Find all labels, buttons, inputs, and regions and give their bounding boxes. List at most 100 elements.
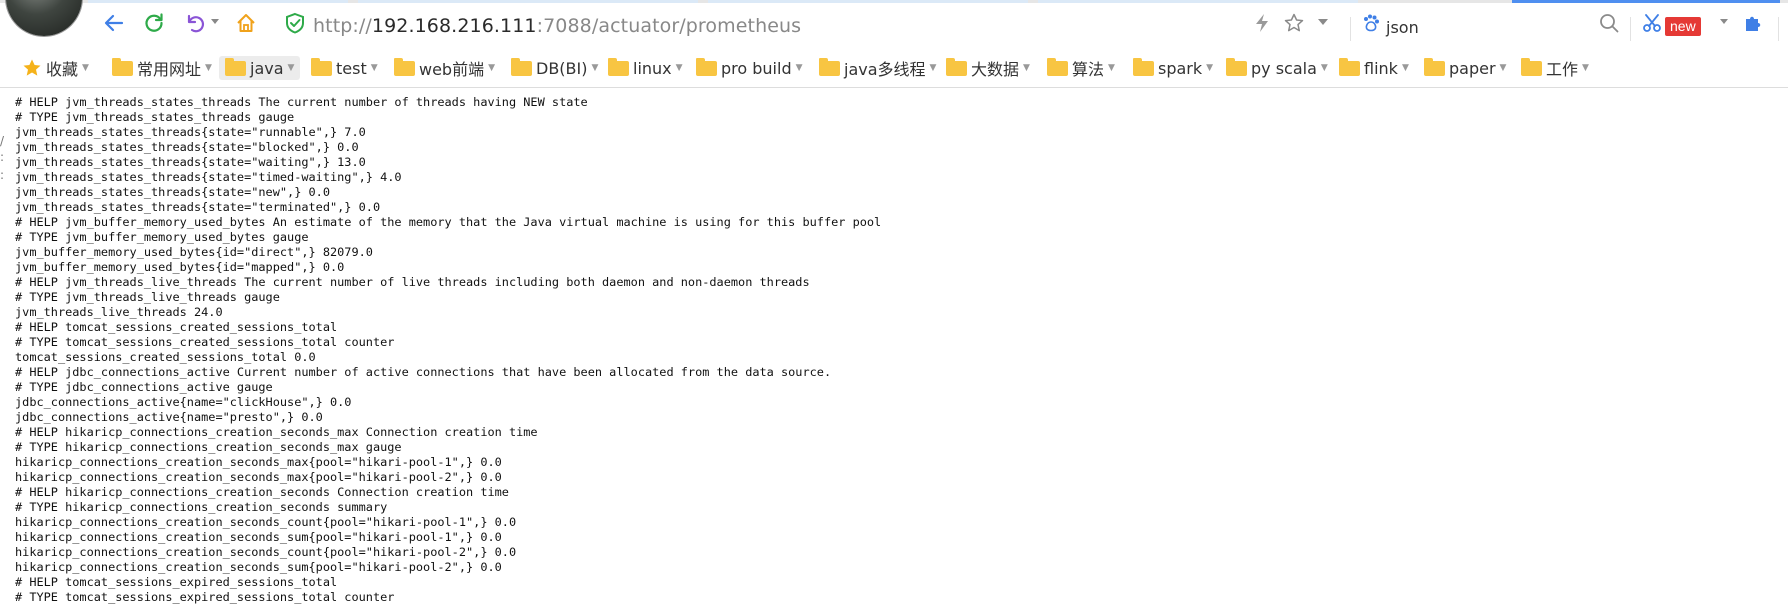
lightning-icon[interactable] bbox=[1250, 11, 1274, 35]
extensions-dropdown-icon[interactable] bbox=[1719, 17, 1729, 27]
bookmark-label: 算法 bbox=[1072, 60, 1105, 79]
metric-line: jvm_threads_states_threads{state="waitin… bbox=[15, 155, 366, 169]
bookmark-label: 大数据 bbox=[971, 60, 1020, 79]
metric-line: jdbc_connections_active{name="presto",} … bbox=[15, 410, 323, 424]
home-icon[interactable] bbox=[234, 11, 258, 35]
bookmark-folder-web[interactable]: web前端 ▼ bbox=[394, 56, 495, 80]
puzzle-extension-icon[interactable] bbox=[1741, 11, 1765, 35]
bookmark-folder-flink[interactable]: flink ▼ bbox=[1339, 56, 1409, 80]
bookmark-folder-java-threads[interactable]: java多线程 ▼ bbox=[819, 56, 936, 80]
bookmark-favorites[interactable]: 收藏 ▼ bbox=[22, 56, 89, 80]
bookmark-label: test bbox=[336, 58, 367, 78]
back-icon[interactable] bbox=[102, 11, 126, 35]
clipped-fragment: : bbox=[0, 168, 5, 182]
chevron-down-icon: ▼ bbox=[287, 63, 295, 73]
folder-icon bbox=[394, 57, 415, 76]
bookmark-label: java bbox=[250, 58, 284, 78]
reload-icon[interactable] bbox=[142, 11, 166, 35]
metric-line: # TYPE jvm_threads_live_threads gauge bbox=[15, 290, 280, 304]
metric-line: # HELP jvm_threads_states_threads The cu… bbox=[15, 95, 588, 109]
new-badge[interactable]: new bbox=[1665, 17, 1701, 36]
chevron-down-icon: ▼ bbox=[1499, 63, 1507, 73]
bookmark-folder-probuild[interactable]: pro build ▼ bbox=[696, 56, 803, 80]
metric-line: jvm_threads_states_threads{state="timed-… bbox=[15, 170, 402, 184]
undo-icon[interactable] bbox=[182, 11, 206, 35]
url-host: 192.168.216.111 bbox=[371, 15, 537, 37]
bookmark-folder-paper[interactable]: paper ▼ bbox=[1424, 56, 1506, 80]
bookmark-label: spark bbox=[1158, 58, 1203, 78]
chevron-down-icon: ▼ bbox=[1320, 63, 1328, 73]
toolbar-divider bbox=[1778, 17, 1779, 41]
metric-line: hikaricp_connections_creation_seconds_co… bbox=[15, 515, 517, 529]
bookmark-folder-spark[interactable]: spark ▼ bbox=[1133, 56, 1213, 80]
bookmark-label: linux bbox=[633, 58, 672, 78]
toolbar-divider bbox=[1350, 17, 1351, 41]
bookmark-folder-pyscala[interactable]: py scala ▼ bbox=[1226, 56, 1328, 80]
bookmark-folder-algorithm[interactable]: 算法 ▼ bbox=[1047, 56, 1115, 80]
metric-line: # TYPE jdbc_connections_active gauge bbox=[15, 380, 273, 394]
metric-line: # TYPE jvm_buffer_memory_used_bytes gaug… bbox=[15, 230, 309, 244]
star-bookmark-icon[interactable] bbox=[1282, 11, 1306, 35]
bookmark-label: 工作 bbox=[1546, 60, 1579, 79]
metric-line: jvm_buffer_memory_used_bytes{id="direct"… bbox=[15, 245, 373, 259]
folder-icon bbox=[1226, 57, 1247, 76]
search-engine-paw-icon[interactable] bbox=[1359, 11, 1383, 35]
bookmarks-bar: 收藏 ▼ 常用网址 ▼ java ▼ test ▼ web前端 ▼ DB(BI) ▼ lin… bbox=[0, 47, 1788, 88]
address-dropdown-icon[interactable] bbox=[1318, 17, 1328, 27]
metric-line: jvm_threads_live_threads 24.0 bbox=[15, 305, 223, 319]
search-input[interactable]: json bbox=[1386, 18, 1419, 37]
folder-icon bbox=[1339, 57, 1360, 76]
metric-line: # HELP hikaricp_connections_creation_sec… bbox=[15, 485, 509, 499]
bookmark-folder-db[interactable]: DB(BI) ▼ bbox=[511, 56, 598, 80]
bookmark-folder-linux[interactable]: linux ▼ bbox=[608, 56, 683, 80]
bookmark-folder-work[interactable]: 工作 ▼ bbox=[1521, 56, 1589, 80]
address-bar-url[interactable]: http://192.168.216.111:7088/actuator/pro… bbox=[313, 15, 801, 37]
chevron-down-icon: ▼ bbox=[929, 63, 937, 73]
metric-line: jvm_threads_states_threads{state="blocke… bbox=[15, 140, 359, 154]
bookmark-label: 常用网址 bbox=[137, 60, 202, 79]
metric-line: # TYPE hikaricp_connections_creation_sec… bbox=[15, 500, 388, 514]
folder-icon bbox=[1424, 57, 1445, 76]
toolbar-divider bbox=[1630, 17, 1631, 41]
metric-line: tomcat_sessions_created_sessions_total 0… bbox=[15, 350, 316, 364]
chevron-down-icon: ▼ bbox=[1206, 63, 1214, 73]
bookmark-label: py scala bbox=[1251, 58, 1317, 78]
bookmark-folder-java[interactable]: java ▼ bbox=[219, 56, 301, 80]
secure-shield-icon[interactable] bbox=[283, 11, 307, 35]
chevron-down-icon: ▼ bbox=[1108, 63, 1115, 73]
metric-line: # HELP hikaricp_connections_creation_sec… bbox=[15, 425, 538, 439]
clipped-fragment: : bbox=[0, 150, 5, 164]
metric-line: # TYPE jvm_threads_states_threads gauge bbox=[15, 110, 295, 124]
bookmark-label: web前端 bbox=[419, 60, 485, 79]
folder-icon bbox=[225, 57, 246, 76]
metric-line: # HELP jvm_threads_live_threads The curr… bbox=[15, 275, 810, 289]
chevron-down-icon: ▼ bbox=[1401, 63, 1409, 73]
bookmark-label: java多线程 bbox=[844, 60, 926, 79]
bookmark-folder-test[interactable]: test ▼ bbox=[311, 56, 378, 80]
bookmark-folder-bigdata[interactable]: 大数据 ▼ bbox=[946, 56, 1030, 80]
chevron-down-icon: ▼ bbox=[591, 63, 599, 73]
folder-icon bbox=[311, 57, 332, 76]
scissors-icon[interactable] bbox=[1640, 11, 1664, 35]
url-prefix: http:// bbox=[313, 15, 372, 37]
star-icon bbox=[22, 58, 42, 78]
metric-line: # HELP jdbc_connections_active Current n… bbox=[15, 365, 832, 379]
chevron-down-icon: ▼ bbox=[1023, 63, 1030, 73]
clipped-fragment: / bbox=[0, 134, 5, 148]
metrics-text: # HELP jvm_threads_states_threads The cu… bbox=[15, 95, 881, 605]
metric-line: # HELP jvm_buffer_memory_used_bytes An e… bbox=[15, 215, 882, 229]
metric-line: jdbc_connections_active{name="clickHouse… bbox=[15, 395, 352, 409]
metric-line: # HELP tomcat_sessions_created_sessions_… bbox=[15, 320, 338, 334]
chevron-down-icon: ▼ bbox=[370, 63, 378, 73]
search-icon[interactable] bbox=[1597, 11, 1621, 35]
folder-icon bbox=[1047, 57, 1068, 76]
bookmark-folder-common[interactable]: 常用网址 ▼ bbox=[112, 56, 212, 80]
metric-line: jvm_threads_states_threads{state="runnab… bbox=[15, 125, 366, 139]
metric-line: hikaricp_connections_creation_seconds_ma… bbox=[15, 455, 502, 469]
bookmark-label: flink bbox=[1364, 58, 1398, 78]
metric-line: hikaricp_connections_creation_seconds_su… bbox=[15, 560, 502, 574]
folder-icon bbox=[112, 57, 133, 76]
bookmark-label: 收藏 bbox=[46, 60, 79, 79]
chevron-down-icon: ▼ bbox=[675, 63, 683, 73]
undo-dropdown-icon[interactable] bbox=[210, 17, 220, 27]
